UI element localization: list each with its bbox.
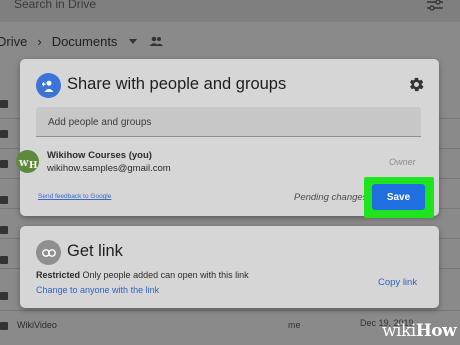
shared-people-icon: [149, 36, 164, 46]
chevron-down-icon[interactable]: [129, 38, 138, 44]
link-restriction-text: Restricted Only people added can open wi…: [36, 270, 249, 280]
file-icon: [0, 100, 8, 108]
link-icon: [36, 240, 61, 265]
restricted-description: Only people added can open with this lin…: [82, 270, 249, 280]
file-icon: [0, 160, 8, 168]
copy-link-button[interactable]: Copy link: [378, 277, 417, 288]
settings-gear-icon[interactable]: [408, 76, 425, 93]
search-input[interactable]: Search in Drive: [14, 0, 96, 11]
file-icon: [0, 292, 8, 300]
file-icon: [0, 130, 8, 138]
save-button[interactable]: Save: [372, 184, 425, 210]
send-feedback-link[interactable]: Send feedback to Google: [38, 193, 111, 200]
breadcrumb-drive[interactable]: Drive: [0, 34, 27, 49]
file-icon: [0, 226, 8, 234]
add-people-input[interactable]: Add people and groups: [36, 107, 421, 137]
list-item-name[interactable]: WikiVideo: [17, 320, 57, 330]
pending-changes-text: Pending changes: [294, 192, 368, 203]
breadcrumb-separator-icon: ›: [37, 33, 42, 49]
filter-options-icon[interactable]: [426, 0, 444, 12]
user-name: Wikihow Courses (you): [47, 150, 152, 161]
file-icon: [0, 256, 8, 264]
get-link-panel: Get link Restricted Only people added ca…: [20, 226, 439, 308]
change-link-access[interactable]: Change to anyone with the link: [36, 285, 159, 295]
svg-text:w: w: [18, 156, 29, 169]
wikihow-watermark: wikiHow: [382, 321, 457, 341]
breadcrumb-documents[interactable]: Documents: [52, 34, 118, 49]
list-divider: [0, 310, 460, 311]
add-person-icon: [36, 73, 61, 98]
user-role: Owner: [389, 157, 416, 167]
add-people-placeholder: Add people and groups: [48, 117, 152, 128]
share-dialog-title: Share with people and groups: [67, 75, 287, 93]
file-icon: [0, 322, 8, 330]
list-item-owner: me: [288, 320, 301, 330]
file-icon: [0, 196, 8, 204]
restricted-label: Restricted: [36, 270, 81, 280]
avatar: w H: [16, 150, 39, 173]
user-email: wikihow.samples@gmail.com: [47, 163, 171, 174]
drive-top-bar: Search in Drive: [0, 0, 460, 22]
get-link-title: Get link: [67, 242, 123, 260]
breadcrumb: Drive › Documents: [0, 30, 164, 52]
